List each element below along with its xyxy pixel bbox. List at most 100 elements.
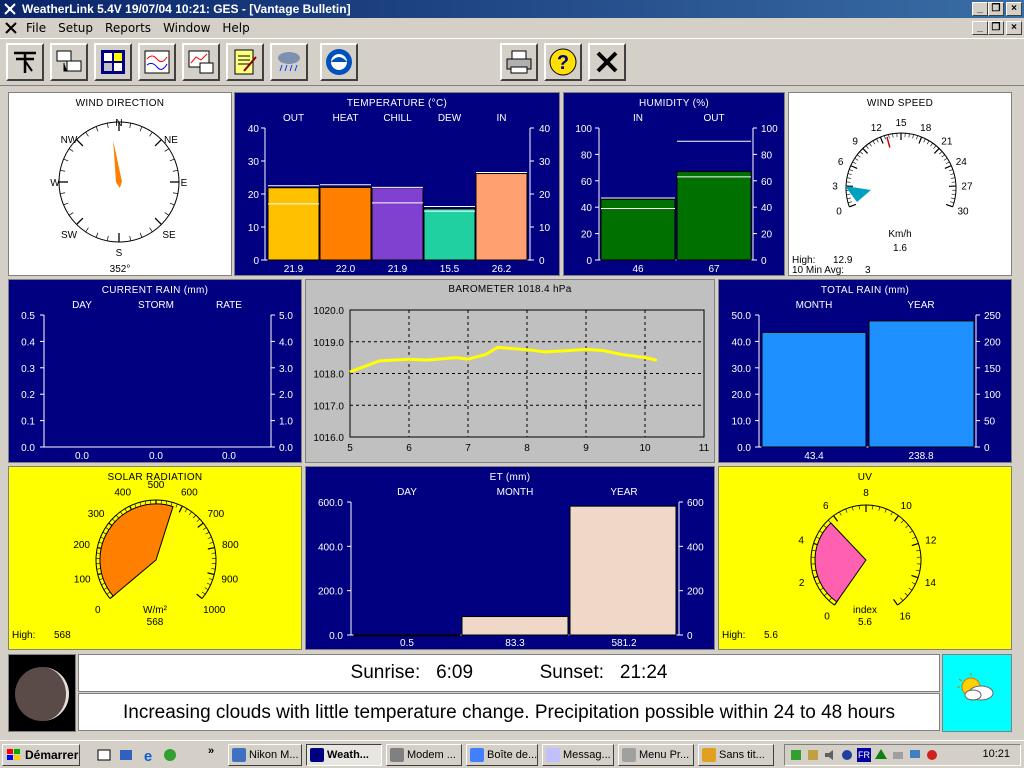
printer-tray-icon[interactable] [891, 748, 905, 762]
notes-button[interactable] [226, 43, 264, 81]
tree-tray-icon[interactable] [874, 748, 888, 762]
value-label: 67 [708, 264, 720, 275]
gauge-tick [115, 514, 120, 519]
task-paint-label: Sans tit... [719, 749, 765, 761]
internet-explorer-icon[interactable]: e [140, 747, 156, 763]
left-tick-label: 200.0 [318, 587, 343, 598]
gauge-tick [884, 508, 887, 513]
gauge-tick-label: 4 [798, 536, 804, 547]
gauge-tick [839, 511, 842, 516]
gauge-tick [207, 572, 215, 576]
column-label: DAY [72, 300, 92, 311]
task-menu[interactable]: Menu Pr... [618, 744, 694, 766]
doc-close-button[interactable]: × [1006, 21, 1022, 35]
restore-button[interactable]: ❐ [988, 2, 1004, 16]
volume-tray-icon[interactable] [823, 748, 837, 762]
gauge-tick [165, 500, 168, 505]
menu-file[interactable]: File [20, 18, 52, 38]
compass-tick [149, 131, 153, 137]
sunset-label: Sunset: [539, 662, 605, 683]
noaa-button[interactable] [320, 43, 358, 81]
gauge-tick-label: 8 [863, 488, 869, 499]
antivirus-tray-icon[interactable] [925, 748, 939, 762]
language-tray-indicator[interactable]: FR [857, 748, 871, 762]
monitor-tray-icon[interactable] [908, 748, 922, 762]
baro-y-tick-label: 1020.0 [313, 306, 344, 317]
gauge-tick-label: 24 [956, 157, 968, 168]
wind-direction-value: 352° [109, 264, 131, 275]
temperature-panel: TEMPERATURE (°C) 40 30 20 10 0 40 30 20 10 0 OUT HE… [234, 92, 560, 276]
gauge-tick [819, 530, 823, 534]
column-label: IN [633, 113, 643, 124]
document-system-icon[interactable] [4, 21, 18, 35]
close-window-button[interactable]: × [1006, 2, 1022, 16]
gauge-tick [933, 148, 940, 154]
print-button[interactable] [500, 43, 538, 81]
compass-tick [139, 232, 143, 238]
left-tick-label: 0.4 [21, 337, 35, 348]
rain-button[interactable] [270, 43, 308, 81]
gauge-tick [890, 511, 893, 516]
doc-restore-button[interactable]: ❐ [988, 21, 1004, 35]
baro-y-tick-label: 1019.0 [313, 338, 344, 349]
baro-x-tick-label: 6 [406, 443, 412, 454]
sunrise-time: 6:09 [436, 662, 474, 683]
task-nikon[interactable]: Nikon M... [228, 744, 302, 766]
graph-button[interactable] [182, 43, 220, 81]
gauge-tick [178, 505, 183, 513]
column-label: YEAR [907, 300, 934, 311]
column-label: IN [497, 113, 507, 124]
gauge-tick [859, 151, 864, 155]
download-button[interactable] [50, 43, 88, 81]
sun-times-bar: Sunrise: 6:09 Sunset: 21:24 [78, 654, 940, 692]
gauge-tick [905, 524, 909, 528]
bar [353, 634, 461, 637]
barometer-panel: BAROMETER 1018.4 hPa 1020.0 1019.0 1018.0 1… [305, 279, 715, 463]
task-paint[interactable]: Sans tit... [698, 744, 774, 766]
gauge-tick-label: 21 [941, 137, 953, 148]
gauge-tick-label: 18 [920, 123, 932, 134]
quick-launch-chevron[interactable]: » [208, 745, 214, 757]
gauge-tick [948, 169, 953, 172]
station-button[interactable] [6, 43, 44, 81]
show-desktop-icon[interactable] [96, 747, 112, 763]
exit-button[interactable] [588, 43, 626, 81]
column-label: OUT [283, 113, 304, 124]
weatherlink-app-icon [4, 3, 16, 15]
gauge-tick [823, 524, 827, 528]
settings-tray-icon[interactable] [840, 748, 854, 762]
svg-text:e: e [144, 748, 152, 763]
doc-minimize-button[interactable]: _ [972, 21, 988, 35]
strip-chart-button[interactable] [138, 43, 176, 81]
right-tick-label: 20 [539, 190, 551, 201]
help-button[interactable]: ? [544, 43, 582, 81]
outlook-icon[interactable] [118, 747, 134, 763]
task-modem[interactable]: Modem ... [386, 744, 462, 766]
minimize-button[interactable]: _ [972, 2, 988, 16]
tool-tray-icon[interactable] [806, 748, 820, 762]
bulletin-button[interactable] [94, 43, 132, 81]
gauge-tick [879, 136, 884, 144]
menu-window[interactable]: Window [157, 18, 216, 38]
gauge-tick [184, 508, 188, 513]
gauge-tick [854, 157, 859, 161]
gauge-tick [857, 154, 861, 158]
task-weatherlink[interactable]: Weath... [306, 744, 382, 766]
solar-high: 568 [54, 630, 71, 641]
menu-reports[interactable]: Reports [99, 18, 157, 38]
gauge-tick [846, 177, 851, 179]
network-tray-icon[interactable] [789, 748, 803, 762]
left-tick-label: 10 [248, 223, 260, 234]
gauge-tick [872, 140, 876, 145]
task-inbox[interactable]: Boîte de... [466, 744, 538, 766]
task-message[interactable]: Messag... [542, 744, 614, 766]
gauge-tick [192, 514, 197, 519]
browser-icon[interactable] [162, 747, 178, 763]
wind-direction-needle [113, 140, 122, 188]
menu-setup[interactable]: Setup [52, 18, 99, 38]
menu-help[interactable]: Help [216, 18, 255, 38]
left-tick-label: 20 [581, 230, 593, 241]
gauge-tick [926, 140, 930, 145]
gauge-tick [911, 582, 916, 585]
start-button[interactable]: Démarrer [2, 744, 80, 766]
